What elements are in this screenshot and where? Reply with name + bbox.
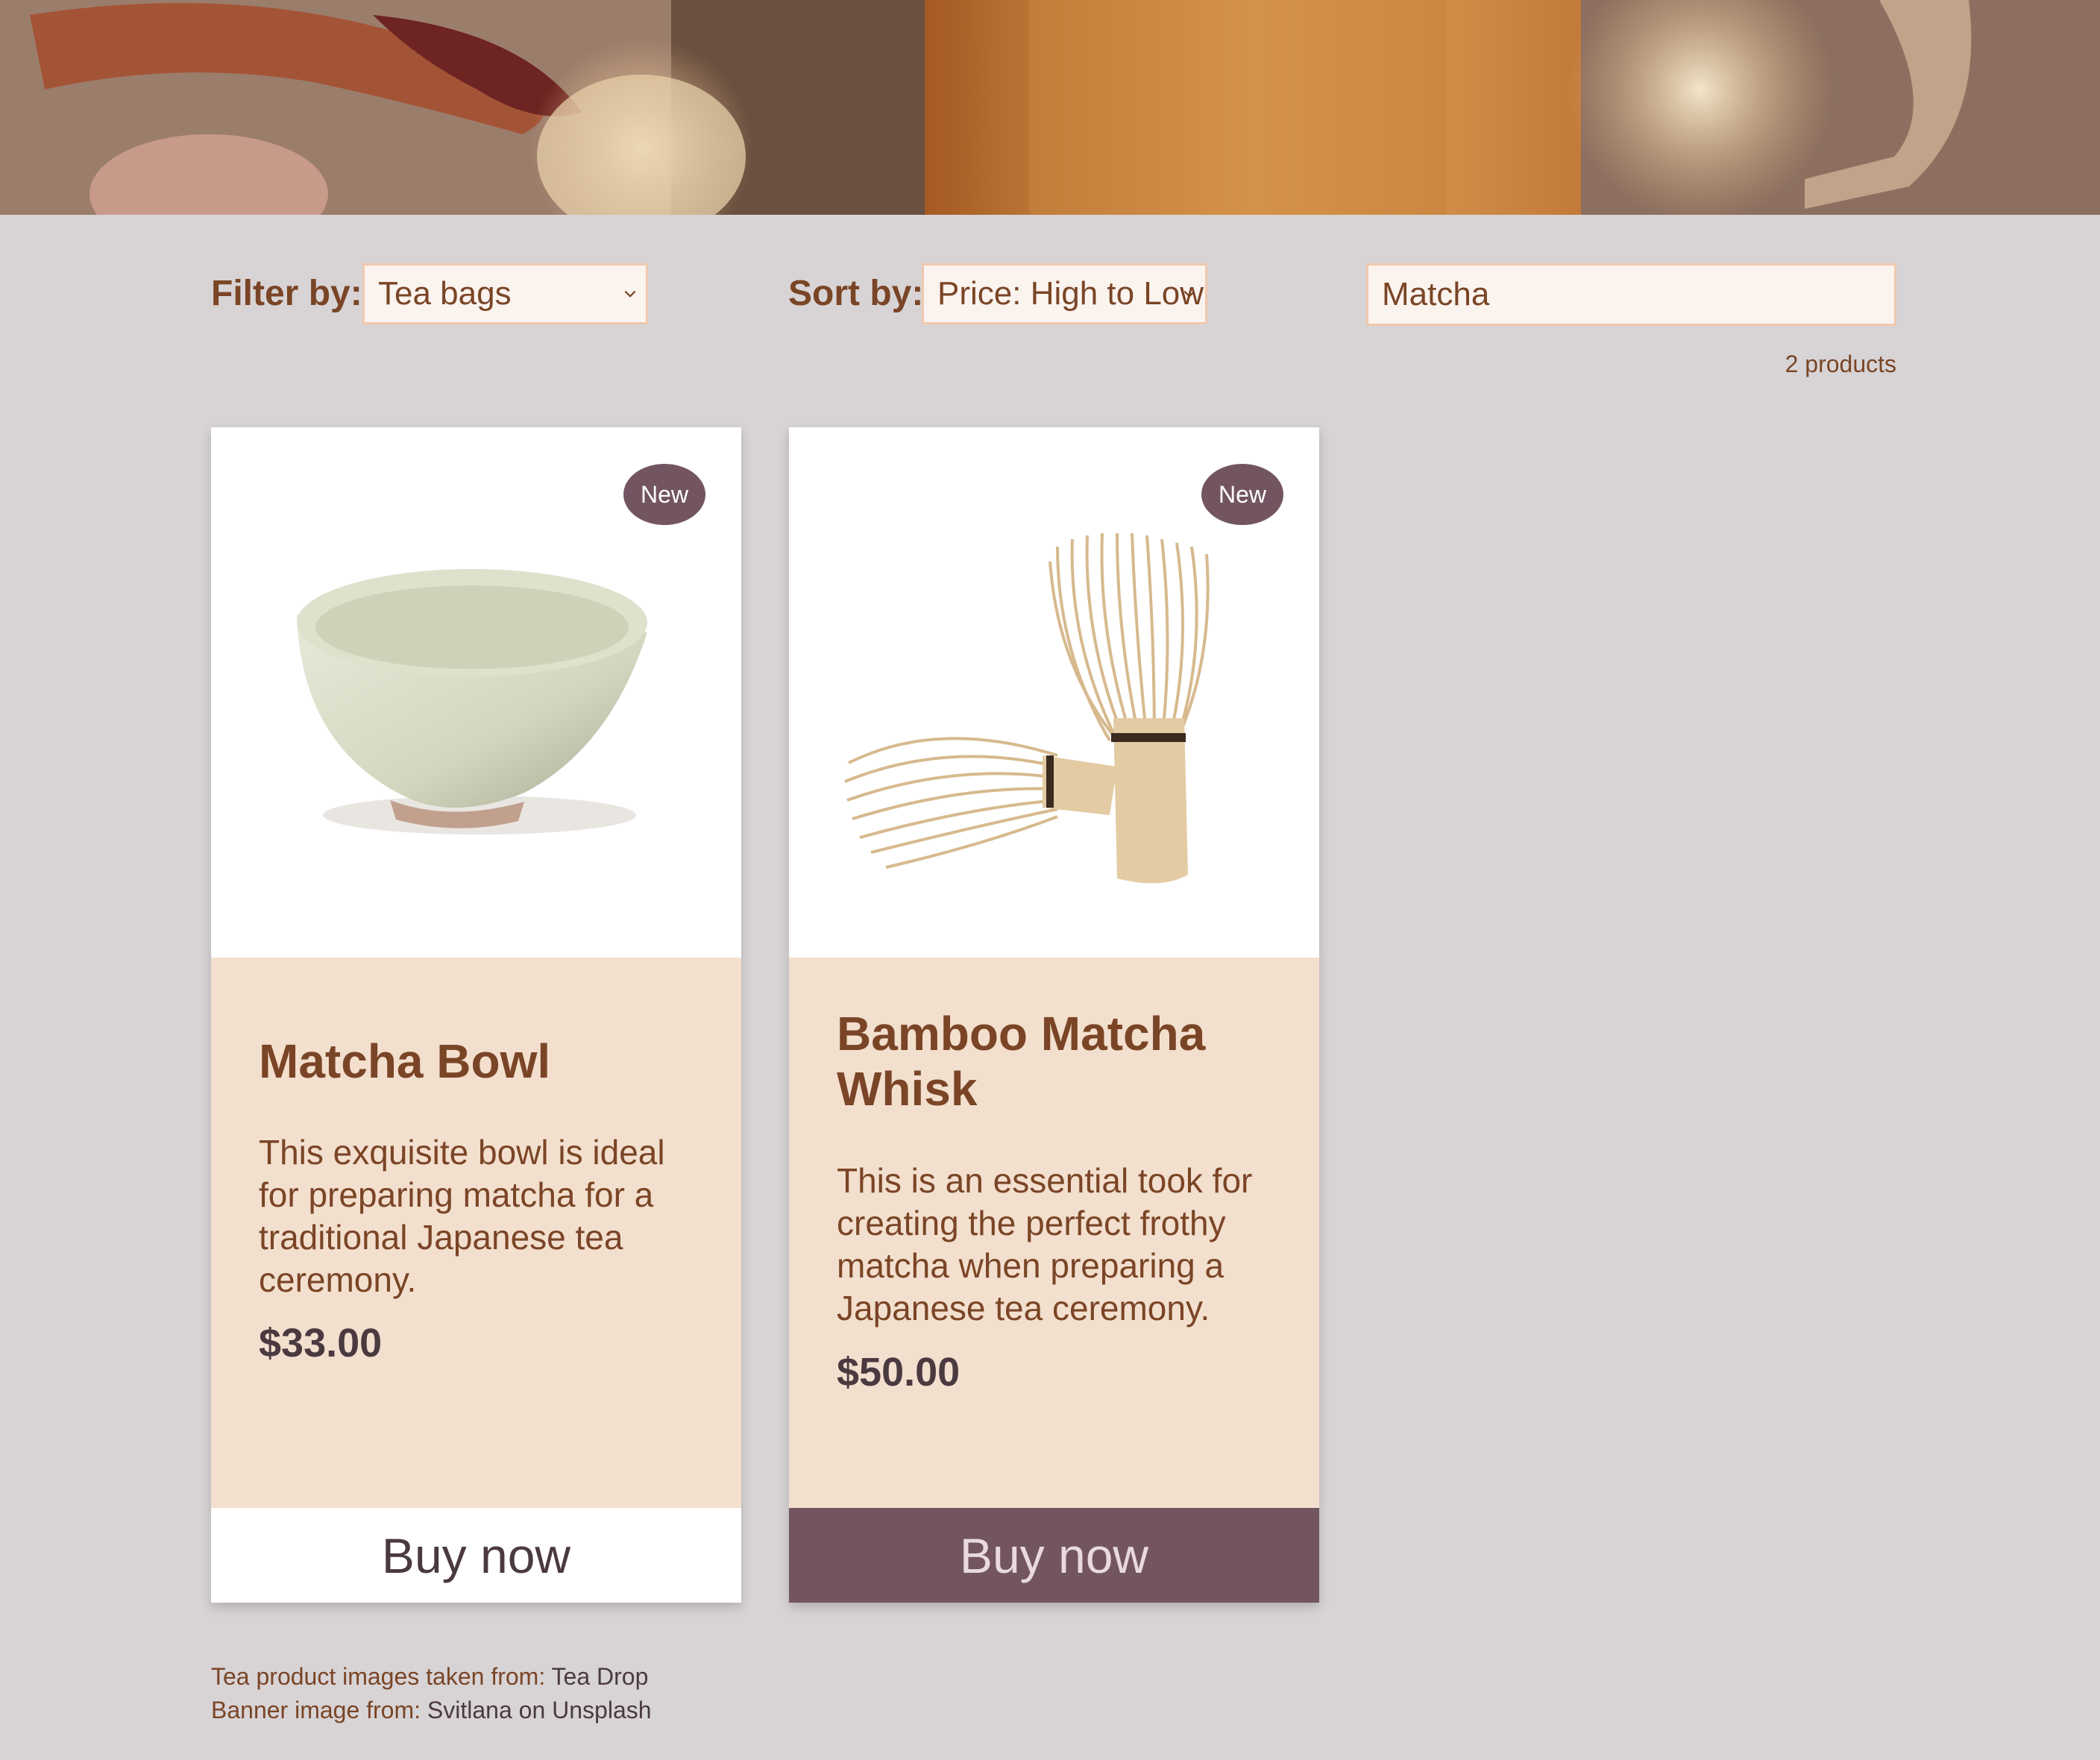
sort-label: Sort by: (788, 274, 924, 313)
banner-image-credit: Banner image from: Svitlana on Unsplash (211, 1694, 652, 1727)
product-title: Bamboo Matcha Whisk (837, 1007, 1206, 1116)
new-badge: New (623, 464, 705, 525)
banner-image (0, 0, 2100, 215)
buy-now-button[interactable]: Buy now (789, 1508, 1319, 1603)
product-card-bamboo-whisk: New Bamboo Matcha Whisk This is an essen… (789, 427, 1319, 1603)
product-count: 2 products (1785, 351, 1896, 377)
credit-prefix: Tea product images taken from: (211, 1663, 546, 1690)
image-credits: Tea product images taken from: Tea Drop … (211, 1660, 652, 1727)
sort-select[interactable]: Price: High to Low (922, 263, 1207, 324)
banner-illustration (0, 0, 2100, 215)
product-image: New (789, 427, 1319, 958)
product-image: New (211, 427, 741, 958)
search-input-value: Matcha (1382, 276, 1490, 312)
unsplash-link[interactable]: Svitlana on Unsplash (427, 1697, 652, 1723)
product-card-matcha-bowl: New Matcha Bowl This exquisite bowl is i… (211, 427, 741, 1603)
tea-drop-link[interactable]: Tea Drop (552, 1663, 649, 1690)
sort-select-value: Price: High to Low (937, 275, 1204, 312)
product-description: This exquisite bowl is ideal for prepari… (259, 1133, 665, 1299)
product-description: This is an essential took for creating t… (837, 1161, 1253, 1327)
product-title: Matcha Bowl (259, 1034, 551, 1088)
filter-label: Filter by: (211, 274, 362, 313)
chevron-down-icon (624, 290, 636, 298)
filter-select[interactable]: Tea bags (362, 263, 648, 324)
product-price: $50.00 (837, 1350, 961, 1395)
new-badge: New (1201, 464, 1283, 525)
search-input[interactable]: Matcha (1366, 263, 1896, 326)
product-price: $33.00 (259, 1321, 383, 1365)
buy-now-button[interactable]: Buy now (211, 1508, 741, 1603)
filter-select-value: Tea bags (378, 275, 512, 312)
chevron-down-icon (1183, 290, 1195, 298)
product-images-credit: Tea product images taken from: Tea Drop (211, 1660, 652, 1694)
credit-prefix: Banner image from: (211, 1697, 421, 1723)
